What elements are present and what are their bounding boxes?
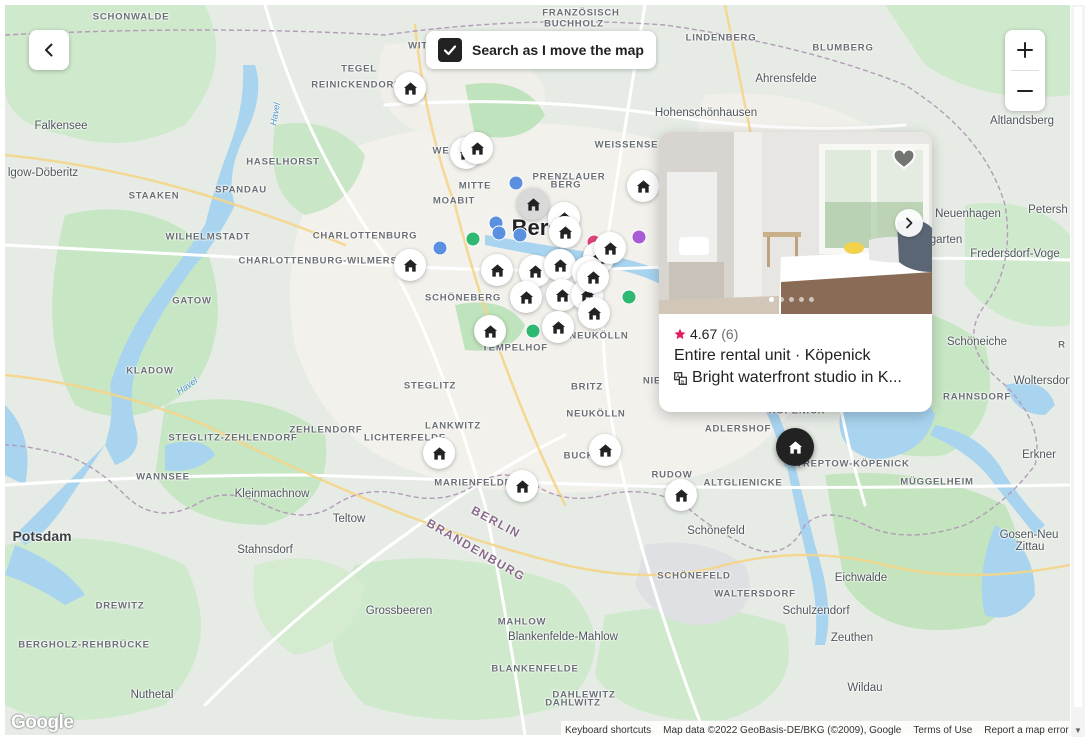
listing-pin[interactable]	[542, 311, 574, 343]
home-icon	[526, 197, 540, 211]
next-photo-button[interactable]	[895, 209, 923, 237]
terms-link[interactable]: Terms of Use	[913, 725, 972, 736]
listing-pin[interactable]	[594, 232, 626, 264]
listing-subtitle: Aa Bright waterfront studio in K...	[674, 369, 917, 387]
keyboard-shortcuts-link[interactable]: Keyboard shortcuts	[565, 725, 651, 736]
zoom-out-button[interactable]	[1005, 71, 1045, 111]
pagination-dot	[799, 297, 804, 302]
home-icon	[403, 81, 417, 95]
listing-pin[interactable]	[394, 72, 426, 104]
google-logo: Google	[11, 712, 74, 733]
home-icon	[555, 288, 569, 302]
home-icon	[603, 241, 617, 255]
listing-pin[interactable]	[578, 297, 610, 329]
pagination-dot	[769, 297, 774, 302]
listing-pin[interactable]	[474, 315, 506, 347]
poi-marker[interactable]	[432, 240, 448, 256]
map-data-text: Map data ©2022 GeoBasis-DE/BKG (©2009), …	[663, 724, 902, 736]
listing-pin[interactable]	[510, 281, 542, 313]
photo-pagination-dots	[769, 297, 814, 302]
plus-icon	[1017, 42, 1033, 58]
home-icon	[586, 270, 600, 284]
search-toggle-label: Search as I move the map	[472, 42, 644, 58]
poi-marker[interactable]	[525, 323, 541, 339]
star-icon	[674, 328, 686, 340]
listing-photo[interactable]	[659, 132, 932, 314]
map-attribution: Keyboard shortcuts Map data ©2022 GeoBas…	[561, 721, 1070, 735]
pagination-dot	[809, 297, 814, 302]
home-icon	[515, 479, 529, 493]
poi-marker[interactable]	[621, 289, 637, 305]
listing-pin[interactable]	[506, 470, 538, 502]
home-icon	[519, 290, 533, 304]
listing-pin[interactable]	[544, 249, 576, 281]
home-icon	[551, 320, 565, 334]
listing-rating: 4.67 (6)	[674, 326, 917, 342]
home-icon	[483, 324, 497, 338]
listing-pin[interactable]	[423, 437, 455, 469]
listing-pin[interactable]	[549, 216, 581, 248]
scroll-down-icon[interactable]: ▼	[1074, 726, 1082, 735]
wishlist-button[interactable]	[892, 148, 916, 170]
search-as-move-toggle[interactable]: Search as I move the map	[426, 31, 656, 69]
listing-pin[interactable]	[589, 434, 621, 466]
translate-icon: Aa	[674, 371, 687, 385]
poi-marker[interactable]	[512, 227, 528, 243]
home-icon	[432, 446, 446, 460]
search-checkbox[interactable]	[438, 38, 462, 62]
home-icon	[598, 443, 612, 457]
listing-pin[interactable]	[517, 188, 549, 220]
listing-card[interactable]: 4.67 (6) Entire rental unit · Köpenick A…	[659, 132, 932, 412]
page-scrollbar[interactable]: ▼	[1071, 5, 1085, 737]
checkmark-icon	[443, 45, 457, 56]
review-count: (6)	[721, 326, 739, 342]
scrollbar-thumb[interactable]	[1074, 7, 1082, 707]
map-canvas[interactable]: SCHONWALDE FRANZÖSISCH BUCHHOLZ LINDENBERG B…	[5, 5, 1070, 735]
pagination-dot	[789, 297, 794, 302]
listing-title: Entire rental unit · Köpenick	[674, 347, 871, 364]
rating-value: 4.67	[690, 326, 718, 342]
listing-pin[interactable]	[481, 254, 513, 286]
report-error-link[interactable]: Report a map error	[984, 725, 1068, 736]
listing-pin[interactable]	[665, 479, 697, 511]
home-icon	[490, 263, 504, 277]
poi-marker[interactable]	[631, 229, 647, 245]
home-icon	[470, 141, 484, 155]
chevron-left-icon	[45, 43, 53, 57]
poi-marker[interactable]	[508, 175, 524, 191]
listing-pin-active[interactable]	[776, 428, 814, 466]
listing-subtitle-text: Bright waterfront studio in K...	[692, 369, 902, 386]
back-button[interactable]	[29, 30, 69, 70]
home-icon	[587, 306, 601, 320]
chevron-right-icon	[906, 217, 913, 229]
heart-icon	[892, 148, 916, 170]
zoom-in-button[interactable]	[1005, 30, 1045, 70]
poi-marker[interactable]	[491, 225, 507, 241]
listing-pin[interactable]	[577, 261, 609, 293]
home-icon	[528, 264, 542, 278]
listing-pin[interactable]	[627, 170, 659, 202]
home-icon	[636, 179, 650, 193]
home-icon	[558, 225, 572, 239]
listing-pin[interactable]	[461, 132, 493, 164]
home-icon	[403, 258, 417, 272]
zoom-controls	[1005, 30, 1045, 111]
pagination-dot	[779, 297, 784, 302]
home-icon	[674, 488, 688, 502]
listing-pin[interactable]	[394, 249, 426, 281]
minus-icon	[1017, 90, 1033, 92]
poi-marker[interactable]	[465, 231, 481, 247]
home-icon	[788, 440, 802, 454]
home-icon	[553, 258, 567, 272]
